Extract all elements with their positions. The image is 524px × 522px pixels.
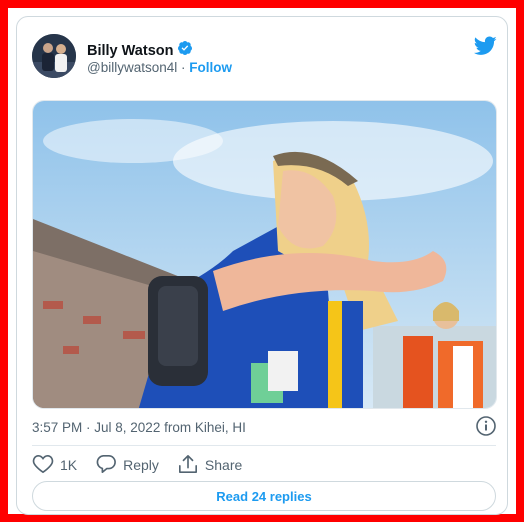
handle-separator: · xyxy=(181,60,186,75)
reply-label: Reply xyxy=(123,457,159,473)
share-icon xyxy=(177,454,199,477)
read-replies-button[interactable]: Read 24 replies xyxy=(32,481,496,511)
tweet-card: Billy Watson @billywatson4l · Follow 3:5… xyxy=(16,16,508,515)
share-button[interactable]: Share xyxy=(177,454,242,477)
author-name[interactable]: Billy Watson xyxy=(87,43,173,59)
info-icon[interactable] xyxy=(475,415,497,442)
action-bar: 1K Reply Share xyxy=(32,453,260,477)
like-button[interactable]: 1K xyxy=(32,454,77,477)
author-handle[interactable]: @billywatson4l xyxy=(87,60,177,75)
share-label: Share xyxy=(204,457,243,473)
reply-bubble-icon xyxy=(95,454,117,477)
twitter-bird-icon[interactable] xyxy=(473,36,497,61)
reply-button[interactable]: Reply xyxy=(95,454,159,477)
red-frame: Billy Watson @billywatson4l · Follow 3:5… xyxy=(8,8,516,515)
verified-badge-icon xyxy=(177,40,193,61)
tweet-timestamp[interactable]: 3:57 PM · Jul 8, 2022 from Kihei, HI xyxy=(32,420,246,435)
tweet-header: Billy Watson @billywatson4l · Follow xyxy=(32,34,497,78)
heart-icon xyxy=(32,454,54,477)
like-count: 1K xyxy=(60,457,78,473)
follow-link[interactable]: Follow xyxy=(189,60,232,75)
divider xyxy=(32,445,496,446)
tweet-photo[interactable] xyxy=(32,100,497,409)
avatar[interactable] xyxy=(32,34,76,78)
